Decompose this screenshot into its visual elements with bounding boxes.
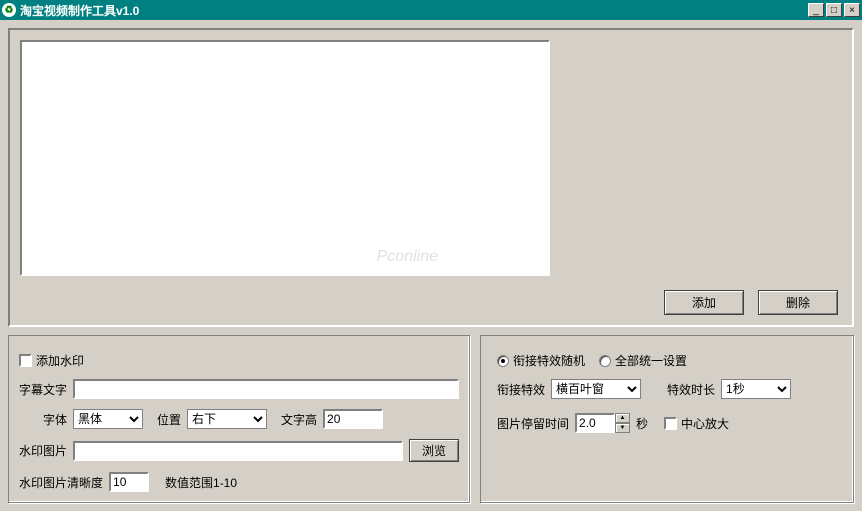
watermark-panel: 添加水印 字幕文字 字体 黑体 位置 右下 文字高 水印图片 浏览 水印: [8, 335, 470, 503]
random-effect-label: 衔接特效随机: [513, 352, 585, 369]
subtitle-text-label: 字幕文字: [19, 381, 67, 398]
watermark-logo: Pconline: [377, 248, 438, 266]
unified-effect-label: 全部统一设置: [615, 352, 687, 369]
browse-button[interactable]: 浏览: [409, 439, 459, 462]
duration-select[interactable]: 1秒: [721, 379, 791, 399]
font-select[interactable]: 黑体: [73, 409, 143, 429]
titlebar: ♻ 淘宝视频制作工具v1.0 _ □ ×: [0, 0, 862, 20]
effects-panel: 衔接特效随机 全部统一设置 衔接特效 横百叶窗 特效时长 1秒 图片停留时间 ▲: [480, 335, 854, 503]
add-watermark-label: 添加水印: [36, 352, 84, 369]
add-button[interactable]: 添加: [664, 290, 744, 315]
stay-time-label: 图片停留时间: [497, 415, 569, 432]
close-button[interactable]: ×: [844, 3, 860, 17]
effect-select[interactable]: 横百叶窗: [551, 379, 641, 399]
random-effect-radio[interactable]: 衔接特效随机: [497, 352, 585, 369]
client-area: Pconline 添加 删除 添加水印 字幕文字 字体 黑体 位置 右下: [0, 20, 862, 511]
minimize-button[interactable]: _: [808, 3, 824, 17]
spinner-down-icon[interactable]: ▼: [615, 423, 630, 433]
image-listbox[interactable]: Pconline: [20, 40, 550, 276]
sharpness-label: 水印图片清晰度: [19, 474, 103, 491]
delete-button[interactable]: 删除: [758, 290, 838, 315]
window-title: 淘宝视频制作工具v1.0: [20, 2, 808, 19]
stay-time-unit: 秒: [636, 415, 648, 432]
position-select[interactable]: 右下: [187, 409, 267, 429]
effect-label: 衔接特效: [497, 381, 545, 398]
spinner-up-icon[interactable]: ▲: [615, 413, 630, 423]
text-height-input[interactable]: [323, 409, 383, 429]
font-label: 字体: [43, 411, 67, 428]
text-height-label: 文字高: [281, 411, 317, 428]
watermark-image-input[interactable]: [73, 441, 403, 461]
center-zoom-label: 中心放大: [681, 415, 729, 432]
center-zoom-checkbox[interactable]: 中心放大: [664, 415, 729, 432]
sharpness-hint: 数值范围1-10: [165, 474, 237, 491]
stay-time-input[interactable]: [575, 413, 615, 433]
app-icon: ♻: [2, 3, 16, 17]
stay-time-spinner[interactable]: ▲ ▼: [575, 413, 630, 433]
subtitle-text-input[interactable]: [73, 379, 459, 399]
duration-label: 特效时长: [667, 381, 715, 398]
preview-panel: Pconline 添加 删除: [8, 28, 854, 327]
add-watermark-checkbox[interactable]: 添加水印: [19, 352, 84, 369]
watermark-image-label: 水印图片: [19, 442, 67, 459]
position-label: 位置: [157, 411, 181, 428]
sharpness-input[interactable]: [109, 472, 149, 492]
unified-effect-radio[interactable]: 全部统一设置: [599, 352, 687, 369]
maximize-button[interactable]: □: [826, 3, 842, 17]
